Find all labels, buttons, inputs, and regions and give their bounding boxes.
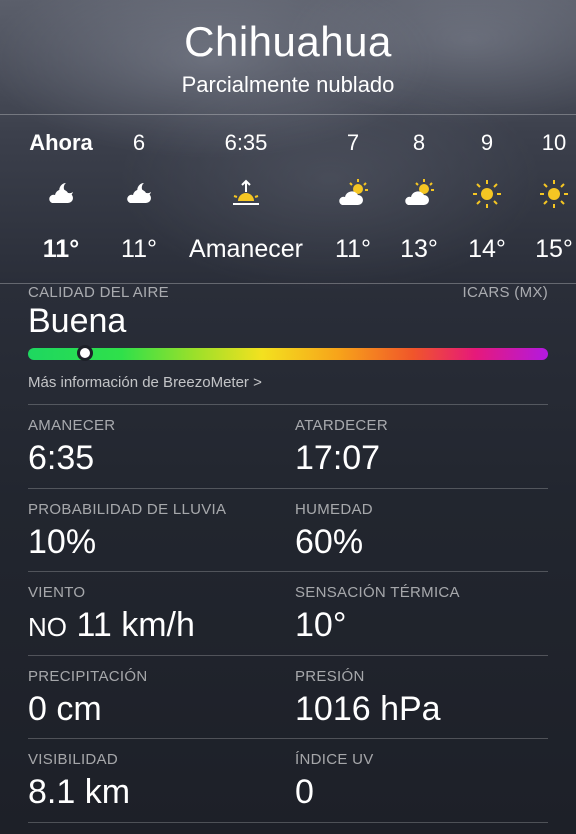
detail-wind: VIENTO NO 11 km/h — [28, 572, 278, 652]
air-quality-label: CALIDAD DEL AIRE — [28, 284, 169, 301]
detail-value: 0 — [295, 773, 314, 811]
detail-label: PRESIÓN — [295, 668, 365, 685]
detail-humidity: HUMEDAD 60% — [295, 489, 545, 569]
detail-label: ATARDECER — [295, 417, 388, 434]
hourly-item: 7 11° — [318, 115, 388, 283]
sunrise-icon — [233, 179, 259, 205]
detail-visibility: VISIBILIDAD 8.1 km — [28, 739, 278, 819]
detail-sunrise: AMANECER 6:35 — [28, 405, 278, 485]
hourly-item: 9 14° — [454, 115, 520, 283]
detail-value: 60% — [295, 523, 364, 561]
hour-temp: 11° — [335, 235, 371, 263]
hour-temp: 15° — [535, 235, 573, 263]
detail-sunset: ATARDECER 17:07 — [295, 405, 545, 485]
hour-label: 9 — [480, 130, 494, 155]
detail-value: 0 cm — [28, 690, 102, 728]
location-header: Chihuahua Parcialmente nublado — [0, 0, 576, 114]
detail-label: PROBABILIDAD DE LLUVIA — [28, 501, 227, 518]
hour-temp: 14° — [468, 235, 506, 263]
detail-value: 10° — [295, 606, 347, 644]
detail-label: SENSACIÓN TÉRMICA — [295, 584, 460, 601]
weather-condition: Parcialmente nublado — [181, 72, 395, 97]
detail-value: 17:07 — [295, 439, 381, 477]
detail-label: PRECIPITACIÓN — [28, 668, 148, 685]
hour-temp: Amanecer — [189, 235, 303, 263]
hourly-item: 8 13° — [386, 115, 452, 283]
detail-label: VIENTO — [28, 584, 86, 601]
detail-rain-chance: PROBABILIDAD DE LLUVIA 10% — [28, 489, 278, 569]
wind-direction: NO — [28, 612, 67, 642]
divider — [28, 822, 548, 823]
hourly-item: 6 11° — [104, 115, 174, 283]
hour-label: 6:35 — [224, 130, 268, 155]
detail-value: 1016 hPa — [295, 690, 441, 728]
detail-label: ÍNDICE UV — [295, 751, 374, 768]
detail-feels-like: SENSACIÓN TÉRMICA 10° — [295, 572, 545, 652]
detail-value: 6:35 — [28, 439, 95, 477]
hour-label: 8 — [412, 130, 426, 155]
air-quality-value: Buena — [28, 302, 127, 340]
detail-uv-index: ÍNDICE UV 0 — [295, 739, 545, 819]
hourly-item-sunrise: 6:35 Amanecer — [176, 115, 316, 283]
detail-value: NO 11 km/h — [28, 606, 195, 645]
city-name: Chihuahua — [184, 18, 392, 65]
sun-icon — [473, 180, 501, 208]
detail-value: 10% — [28, 523, 97, 561]
hour-label: Ahora — [29, 130, 93, 155]
sun-icon — [540, 180, 568, 208]
detail-value: 8.1 km — [28, 773, 131, 811]
hourly-item: 10 15° — [522, 115, 576, 283]
detail-label: VISIBILIDAD — [28, 751, 118, 768]
partly-sunny-icon — [405, 179, 434, 205]
detail-label: HUMEDAD — [295, 501, 373, 518]
hourly-item-now: Ahora 11° — [18, 115, 104, 283]
hourly-forecast[interactable]: Ahora 11° 6 11° 6:35 Amanecer 7 11° 8 13… — [0, 115, 576, 283]
partly-cloudy-night-icon — [49, 183, 73, 203]
partly-sunny-icon — [339, 179, 368, 205]
hour-label: 6 — [132, 130, 146, 155]
hour-temp: 11° — [42, 235, 80, 263]
hour-temp: 11° — [121, 235, 157, 263]
wind-speed: 11 km/h — [76, 606, 195, 644]
breezometer-link[interactable]: Más información de BreezoMeter > — [28, 374, 262, 391]
hour-label: 10 — [541, 130, 567, 155]
hour-temp: 13° — [400, 235, 438, 263]
air-quality-indicator — [77, 345, 94, 361]
detail-label: AMANECER — [28, 417, 116, 434]
detail-precipitation: PRECIPITACIÓN 0 cm — [28, 656, 278, 736]
partly-cloudy-night-icon — [127, 183, 151, 203]
detail-pressure: PRESIÓN 1016 hPa — [295, 656, 545, 736]
air-quality-scale: ICARS (MX) — [462, 284, 548, 301]
air-quality-bar — [28, 345, 548, 361]
hour-label: 7 — [346, 130, 360, 155]
air-quality-section: CALIDAD DEL AIRE ICARS (MX) Buena Más in… — [28, 284, 548, 404]
